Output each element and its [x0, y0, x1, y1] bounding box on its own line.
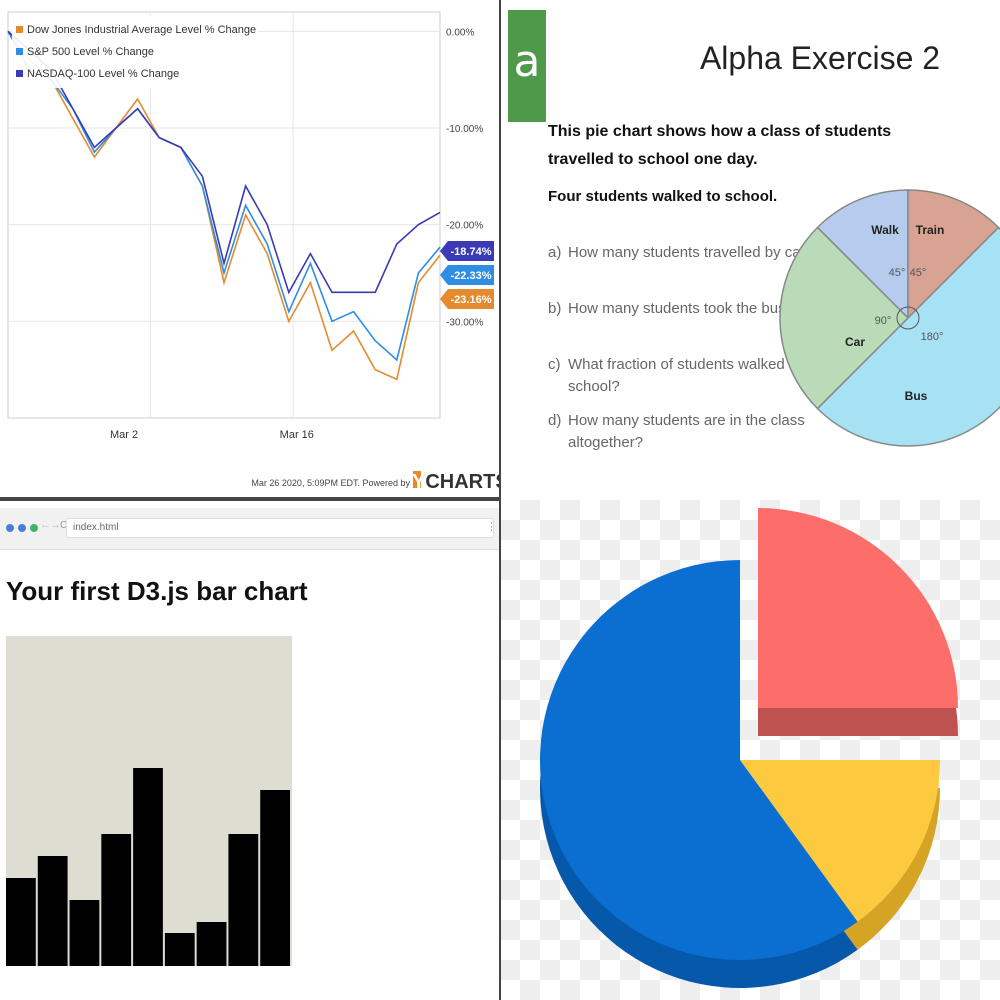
end-value-label: -18.74%: [451, 246, 492, 258]
ycharts-brand-y: Y: [412, 471, 426, 493]
bar: [37, 856, 68, 966]
legend-swatch: [16, 70, 23, 77]
legend-swatch: [16, 48, 23, 55]
pie-label: Walk: [871, 223, 899, 237]
y-tick-label: -20.00%: [446, 221, 483, 232]
angle-label: 180°: [921, 331, 944, 343]
footer-text: Mar 26 2020, 5:09PM EDT. Powered by: [251, 478, 410, 488]
angle-label: 45°: [889, 267, 906, 279]
y-tick-label: -30.00%: [446, 317, 483, 328]
bar: [69, 900, 100, 966]
ycharts-panel: 0.00% -10.00% -20.00% -30.00% Mar 2 Mar 16 Dow…: [0, 0, 500, 500]
pie3d-panel: [500, 500, 1000, 1000]
pie-slice: [758, 508, 958, 708]
pie-label: Bus: [905, 389, 928, 403]
d3-bar-chart: [6, 636, 292, 966]
bar: [228, 834, 259, 966]
angle-label: 90°: [875, 315, 892, 327]
y-tick-label: 0.00%: [446, 27, 474, 38]
bar: [196, 922, 227, 966]
legend-label: S&P 500 Level % Change: [27, 46, 154, 58]
y-tick-label: -10.00%: [446, 124, 483, 135]
exercise-panel: a Alpha Exercise 2 This pie chart shows …: [500, 0, 1000, 500]
travel-pie-chart: Walk Train Bus Car 45° 45° 180° 90°: [779, 189, 1000, 447]
end-value-label: -22.33%: [451, 270, 492, 282]
bar: [260, 790, 290, 966]
legend-label: Dow Jones Industrial Average Level % Cha…: [27, 24, 256, 36]
x-tick-label: Mar 16: [280, 429, 314, 441]
bar: [133, 768, 163, 966]
pie3d-chart: [539, 508, 958, 988]
divider-horizontal: [0, 497, 500, 501]
angle-label: 45°: [910, 267, 927, 279]
legend-swatch: [16, 26, 23, 33]
ycharts-chart: 0.00% -10.00% -20.00% -30.00% Mar 2 Mar 16 Dow…: [7, 11, 500, 493]
end-value-label: -23.16%: [451, 294, 492, 306]
pie-label: Train: [916, 223, 945, 237]
legend-label: NASDAQ-100 Level % Change: [27, 68, 179, 80]
bar: [101, 834, 132, 966]
bar: [6, 878, 36, 966]
d3-browser-panel: ← → C index.html ⋮ Your first D3.js bar …: [0, 500, 500, 1000]
bar: [164, 933, 195, 966]
x-tick-label: Mar 2: [110, 429, 138, 441]
pie-label: Car: [845, 335, 865, 349]
